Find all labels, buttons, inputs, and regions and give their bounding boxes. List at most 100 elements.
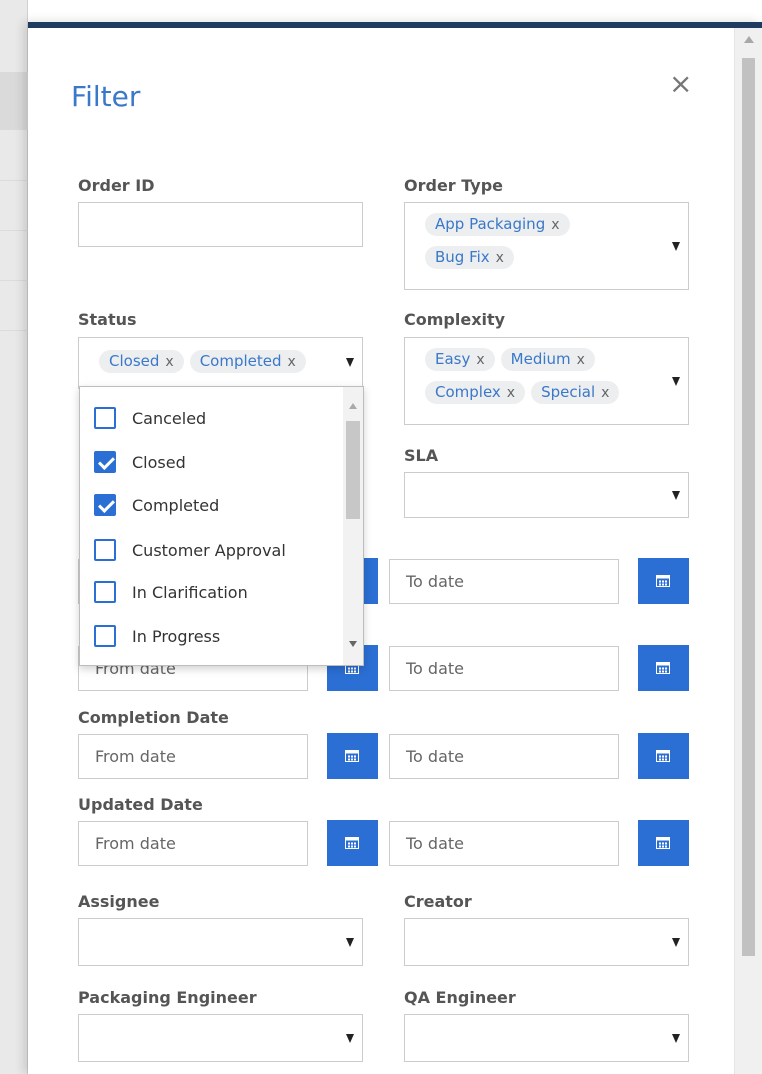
option-label: Completed [132, 495, 220, 515]
checkbox[interactable] [94, 625, 116, 647]
creator-label: Creator [404, 892, 472, 911]
tag-label: Easy [435, 350, 471, 368]
scroll-up-icon[interactable] [744, 36, 754, 43]
completion-from-date-input[interactable]: From date [78, 734, 308, 779]
tag-remove-icon[interactable]: x [601, 385, 609, 401]
completion-date-label: Completion Date [78, 708, 229, 727]
order-id-input[interactable] [78, 202, 363, 247]
complexity-select[interactable]: Easy x Medium x Complex x Special x [404, 337, 689, 425]
assignee-select[interactable] [78, 918, 363, 966]
status-option-canceled[interactable]: Canceled [94, 403, 206, 433]
tag-chip: Bug Fix x [425, 246, 514, 269]
backdrop-divider [0, 280, 28, 281]
chevron-down-icon[interactable] [346, 938, 354, 947]
backdrop-divider [0, 180, 28, 181]
status-option-completed[interactable]: Completed [94, 490, 219, 520]
sla-select[interactable] [404, 472, 689, 518]
to-date-input[interactable]: To date [389, 559, 619, 604]
tag-remove-icon[interactable]: x [507, 385, 515, 401]
tag-chip: Completed x [189, 350, 306, 373]
tag-remove-icon[interactable]: x [496, 250, 504, 266]
close-icon[interactable]: × [669, 70, 692, 98]
chevron-down-icon[interactable] [672, 1034, 680, 1043]
updated-from-date-input[interactable]: From date [78, 821, 308, 866]
calendar-button[interactable] [327, 820, 378, 866]
to-date-input[interactable]: To date [389, 646, 619, 691]
chevron-down-icon[interactable] [672, 938, 680, 947]
backdrop-block [0, 72, 28, 130]
status-select[interactable]: Closed x Completed x [78, 337, 363, 389]
tag-remove-icon[interactable]: x [551, 217, 559, 233]
scroll-thumb[interactable] [346, 421, 360, 519]
qa-engineer-select[interactable] [404, 1014, 689, 1062]
calendar-button[interactable] [638, 733, 689, 779]
option-label: Canceled [132, 408, 207, 428]
order-type-tags: App Packaging x Bug Fix x [425, 213, 658, 279]
tag-label: Medium [510, 350, 571, 368]
tag-remove-icon[interactable]: x [476, 352, 484, 368]
scroll-down-icon[interactable] [349, 641, 357, 647]
calendar-icon [656, 837, 670, 849]
backdrop-divider [0, 330, 28, 331]
calendar-icon [345, 837, 359, 849]
chevron-down-icon[interactable] [672, 491, 680, 500]
status-label: Status [78, 310, 137, 329]
status-dropdown-list: Canceled Closed Completed Customer Appro… [79, 386, 364, 666]
tag-chip: Closed x [99, 350, 184, 373]
tag-label: Complex [435, 383, 501, 401]
chevron-down-icon[interactable] [346, 1034, 354, 1043]
complexity-label: Complexity [404, 310, 506, 329]
calendar-icon [345, 750, 359, 762]
completion-to-date-input[interactable]: To date [389, 734, 619, 779]
checkbox[interactable] [94, 407, 116, 429]
dropdown-scrollbar[interactable] [343, 387, 363, 665]
calendar-icon [656, 662, 670, 674]
status-option-in-clarification[interactable]: In Clarification [94, 577, 248, 607]
chevron-down-icon[interactable] [672, 242, 680, 251]
checkbox[interactable] [94, 539, 116, 561]
tag-label: Completed [199, 352, 282, 370]
tag-chip: Medium x [500, 348, 595, 371]
check-icon[interactable] [94, 494, 116, 516]
status-option-in-progress[interactable]: In Progress [94, 621, 220, 651]
chevron-down-icon[interactable] [672, 377, 680, 386]
packaging-engineer-label: Packaging Engineer [78, 988, 257, 1007]
order-type-label: Order Type [404, 176, 504, 195]
sla-label: SLA [404, 446, 439, 465]
check-icon[interactable] [94, 451, 116, 473]
updated-to-date-input[interactable]: To date [389, 821, 619, 866]
scroll-up-icon[interactable] [349, 403, 357, 409]
calendar-button[interactable] [327, 733, 378, 779]
calendar-icon [656, 575, 670, 587]
tag-label: Closed [109, 352, 160, 370]
chevron-down-icon[interactable] [346, 358, 354, 367]
tag-label: App Packaging [435, 215, 546, 233]
tag-chip: Easy x [425, 348, 495, 371]
status-tags: Closed x Completed x [99, 350, 332, 383]
scroll-thumb[interactable] [742, 58, 755, 956]
tag-remove-icon[interactable]: x [288, 354, 296, 370]
modal-scrollbar[interactable] [734, 28, 762, 1074]
tag-chip: Special x [531, 381, 620, 404]
modal-title: Filter [71, 80, 141, 113]
tag-remove-icon[interactable]: x [577, 352, 585, 368]
option-label: In Clarification [132, 582, 248, 602]
checkbox[interactable] [94, 581, 116, 603]
calendar-button[interactable] [638, 558, 689, 604]
packaging-engineer-select[interactable] [78, 1014, 363, 1062]
option-label: Customer Approval [132, 540, 286, 560]
option-label: In Progress [132, 626, 221, 646]
complexity-tags: Easy x Medium x Complex x Special x [425, 348, 658, 414]
calendar-button[interactable] [638, 820, 689, 866]
order-type-select[interactable]: App Packaging x Bug Fix x [404, 202, 689, 290]
tag-label: Special [541, 383, 596, 401]
tag-label: Bug Fix [435, 248, 490, 266]
tag-remove-icon[interactable]: x [165, 354, 173, 370]
backdrop-divider [0, 230, 28, 231]
creator-select[interactable] [404, 918, 689, 966]
page-backdrop [0, 0, 28, 1074]
status-option-closed[interactable]: Closed [94, 447, 186, 477]
updated-date-label: Updated Date [78, 795, 203, 814]
calendar-button[interactable] [638, 645, 689, 691]
status-option-customer-approval[interactable]: Customer Approval [94, 535, 286, 565]
